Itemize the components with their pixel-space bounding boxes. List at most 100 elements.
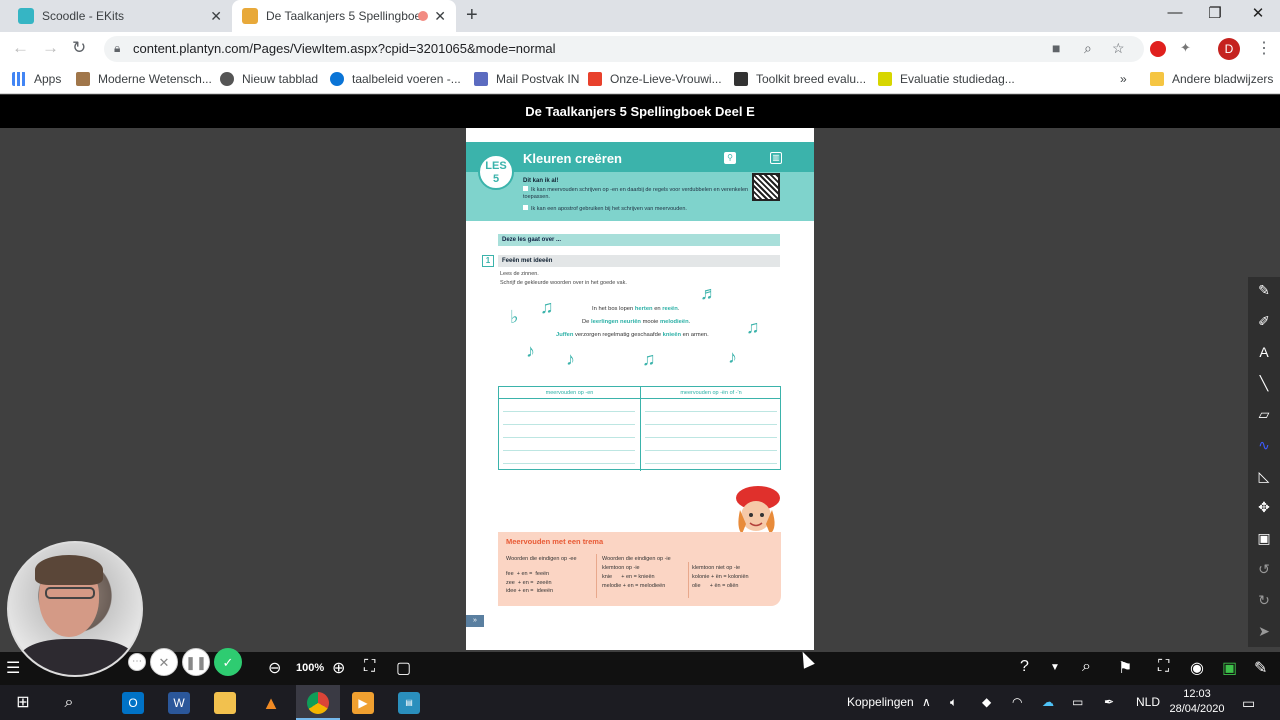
sentence: De leerlingen neuriën mooie melodieën. xyxy=(582,319,690,325)
back-arrow-icon[interactable]: ← xyxy=(12,38,29,58)
dropdown-caret-icon[interactable]: ▼ xyxy=(1050,662,1060,673)
text-tool-icon[interactable]: A xyxy=(1248,339,1280,365)
bookmark-other[interactable]: Andere bladwijzers xyxy=(1150,72,1273,86)
sentence-text: verzorgen regelmatig geschaafde xyxy=(573,332,663,338)
dropbox-icon[interactable]: ◆ xyxy=(982,695,991,709)
tab-title: Scoodle - EKits xyxy=(42,9,125,23)
tab-scoodle[interactable]: Scoodle - EKits ✕ xyxy=(8,0,232,32)
presenter-glasses xyxy=(45,587,95,599)
bookmark-icon[interactable]: ⚑ xyxy=(1118,658,1132,678)
window-close-button[interactable]: ✕ xyxy=(1243,4,1273,22)
wifi-icon[interactable]: ◠ xyxy=(1012,695,1022,709)
undo-icon[interactable]: ↺ xyxy=(1248,556,1280,582)
system-clock[interactable]: 12:03 28/04/2020 xyxy=(1166,687,1228,717)
windows-taskbar: ⊞ ⌕ O W ▲ ▶ ▤ Koppelingen ∧ 🔈︎ ◆ ◠ ☁ ▭ ✒… xyxy=(0,685,1280,720)
tab-taalkanjers[interactable]: De Taalkanjers 5 Spellingboe ✕ xyxy=(232,0,456,32)
close-icon[interactable]: ✕ xyxy=(434,8,446,25)
eraser-icon[interactable]: ▱ xyxy=(1248,401,1280,427)
chevron-up-icon[interactable]: ∧ xyxy=(922,695,931,709)
menu-kebab-icon[interactable]: ⋮ xyxy=(1256,38,1272,58)
notifications-icon[interactable]: ▭ xyxy=(1242,695,1255,712)
close-icon[interactable]: ✕ xyxy=(210,8,222,25)
answer-line[interactable] xyxy=(503,437,635,438)
freehand-icon[interactable]: ∿ xyxy=(1248,432,1280,458)
pen-workspace-icon[interactable]: ✒ xyxy=(1104,695,1114,709)
camera-icon[interactable]: ■ xyxy=(1052,40,1060,56)
minimize-button[interactable]: — xyxy=(1160,4,1190,21)
window-icon[interactable]: ▢ xyxy=(396,658,411,678)
help-icon[interactable]: ? xyxy=(1020,658,1029,676)
fullscreen-icon[interactable]: ⛶ xyxy=(1158,658,1169,676)
answer-line[interactable] xyxy=(503,411,635,412)
zoom-in-icon[interactable]: ⊕ xyxy=(332,658,345,678)
bookmark-taalbeleid[interactable]: taalbeleid voeren -... xyxy=(330,72,461,86)
page-nav-arrow[interactable]: » xyxy=(466,615,484,627)
forward-arrow-icon[interactable]: → xyxy=(42,38,59,58)
adblock-extension-icon[interactable] xyxy=(1150,41,1166,57)
link-icon[interactable]: ⚲ xyxy=(724,152,736,164)
answer-line[interactable] xyxy=(503,424,635,425)
extension-icon[interactable]: ✦ xyxy=(1180,40,1191,56)
lesson-title: Kleuren creëren xyxy=(523,151,622,166)
highlighter-icon[interactable]: ✐ xyxy=(1248,308,1280,334)
trema-title: Meervouden met een trema xyxy=(506,537,604,546)
bookmark-evaluatie[interactable]: Evaluatie studiedag... xyxy=(878,72,1015,86)
zoom-icon[interactable]: ⌕ xyxy=(1084,40,1092,57)
save-icon[interactable]: ▣ xyxy=(1222,658,1237,678)
address-bar[interactable]: 🔒︎ content.plantyn.com/Pages/ViewItem.as… xyxy=(104,36,1144,62)
language-indicator[interactable]: NLD xyxy=(1136,695,1160,709)
answer-line[interactable] xyxy=(645,437,777,438)
search-icon[interactable]: ⌕ xyxy=(58,692,80,714)
more-bookmarks-chevron-icon[interactable]: » xyxy=(1120,72,1127,86)
move-icon[interactable]: ✥ xyxy=(1248,494,1280,520)
reload-icon[interactable]: ↻ xyxy=(72,38,86,58)
answer-line[interactable] xyxy=(645,450,777,451)
pointer-icon[interactable]: ➤ xyxy=(1248,618,1280,644)
cancel-recording-button[interactable]: ✕ xyxy=(150,648,178,676)
bookmark-mail[interactable]: Mail Postvak IN xyxy=(474,72,579,86)
url-text[interactable]: content.plantyn.com/Pages/ViewItem.aspx?… xyxy=(133,41,556,56)
clock-time: 12:03 xyxy=(1183,688,1211,700)
battery-icon[interactable]: ▭ xyxy=(1072,695,1083,709)
highlighted-word: knieën xyxy=(662,332,682,338)
pencil-icon[interactable]: ✎ xyxy=(1248,277,1280,303)
redo-icon[interactable]: ↻ xyxy=(1248,587,1280,613)
profile-avatar[interactable]: D xyxy=(1218,38,1240,60)
ruler-icon[interactable]: ◺ xyxy=(1248,463,1280,489)
fit-page-icon[interactable]: ⛶ xyxy=(364,658,375,676)
koppelingen-toolbar[interactable]: Koppelingen xyxy=(847,695,914,709)
maximize-button[interactable]: ❐ xyxy=(1200,4,1230,22)
chrome-icon[interactable] xyxy=(307,692,329,714)
pause-recording-button[interactable]: ❚❚ xyxy=(182,648,210,676)
answer-line[interactable] xyxy=(645,411,777,412)
search-icon[interactable]: ⌕ xyxy=(1082,658,1091,676)
eye-icon[interactable]: ◉ xyxy=(1190,658,1204,678)
line-tool-icon[interactable]: ╲ xyxy=(1248,370,1280,396)
bookmark-olv[interactable]: Onze-Lieve-Vrouwi... xyxy=(588,72,722,86)
file-explorer-icon[interactable] xyxy=(214,692,236,714)
windows-start-icon[interactable]: ⊞ xyxy=(12,692,34,714)
pen-icon[interactable]: ✎ xyxy=(1254,658,1267,678)
new-tab-button[interactable]: + xyxy=(466,4,478,27)
answer-line[interactable] xyxy=(645,424,777,425)
answer-line[interactable] xyxy=(645,463,777,464)
vlc-icon[interactable]: ▲ xyxy=(260,692,282,714)
star-icon[interactable]: ☆ xyxy=(1112,40,1125,57)
answer-line[interactable] xyxy=(503,463,635,464)
bookmark-apps[interactable]: Apps xyxy=(12,72,61,86)
bookmark-moderne[interactable]: Moderne Wetensch... xyxy=(76,72,212,86)
image-icon[interactable]: ▣ xyxy=(1248,525,1280,551)
media-player-icon[interactable]: ▶ xyxy=(352,692,374,714)
answer-line[interactable] xyxy=(503,450,635,451)
zoom-out-icon[interactable]: ⊖ xyxy=(268,658,281,678)
finish-recording-button[interactable]: ✓ xyxy=(214,648,242,676)
book-icon[interactable]: ▥ xyxy=(770,152,782,164)
bookmark-nieuw-tabblad[interactable]: Nieuw tabblad xyxy=(220,72,318,86)
outlook-icon[interactable]: O xyxy=(122,692,144,714)
word-icon[interactable]: W xyxy=(168,692,190,714)
cloud-icon[interactable]: ☁ xyxy=(1042,695,1054,709)
biblio-icon[interactable]: ▤ xyxy=(398,692,420,714)
bookmark-toolkit[interactable]: Toolkit breed evalu... xyxy=(734,72,866,86)
volume-icon[interactable]: 🔈︎ xyxy=(950,695,957,710)
more-options-icon[interactable]: ⋯ xyxy=(128,653,146,671)
